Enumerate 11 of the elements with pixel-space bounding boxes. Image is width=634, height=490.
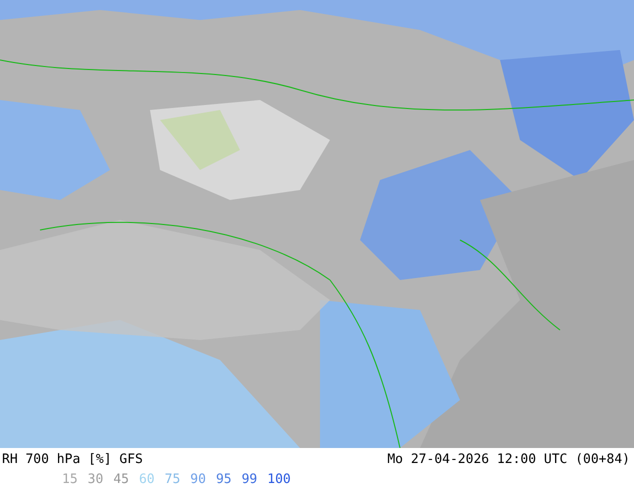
legend-value: 60 <box>138 472 155 487</box>
legend-value: 90 <box>190 472 206 487</box>
legend-value: 15 <box>62 472 78 487</box>
legend-value: 99 <box>242 472 258 487</box>
legend-value: 45 <box>113 472 129 487</box>
legend-value: 95 <box>216 472 232 487</box>
legend-value: 30 <box>88 472 104 487</box>
valid-time: Mo 27-04-2026 12:00 UTC (00+84) <box>387 452 630 469</box>
legend-value: 100 <box>267 472 291 487</box>
chart-title: RH 700 hPa [%] GFS <box>2 452 143 469</box>
legend-value: 75 <box>164 472 180 487</box>
